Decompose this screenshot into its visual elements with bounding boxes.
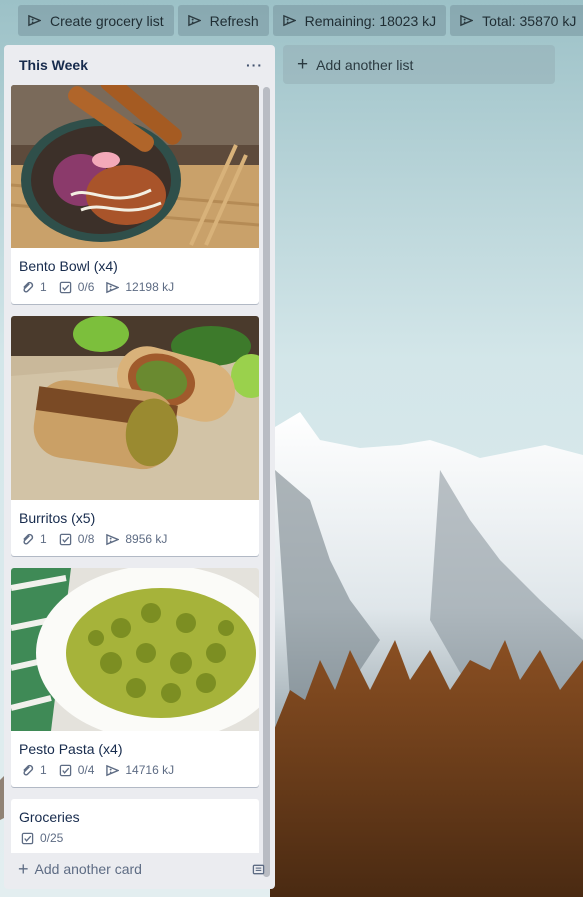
list-title[interactable]: This Week	[19, 57, 88, 73]
checklist-count: 0/8	[77, 532, 95, 546]
checkbox-icon	[59, 281, 71, 293]
add-card-button[interactable]: + Add another card	[18, 859, 265, 879]
total-energy-label: Total: 35870 kJ	[482, 12, 577, 29]
paperclip-icon	[23, 281, 34, 292]
add-list-label: Add another list	[316, 56, 414, 73]
card-pesto-pasta[interactable]: Pesto Pasta (x4) 1 0/4 14716 kJ	[11, 568, 259, 787]
card-groceries[interactable]: Groceries 0/25	[11, 799, 259, 853]
checklist-badge: 0/6	[59, 280, 95, 294]
energy-badge: 14716 kJ	[106, 763, 174, 777]
checkbox-icon	[21, 832, 34, 844]
checklist-badge: 0/4	[59, 763, 95, 777]
pizza-icon	[460, 14, 474, 27]
paperclip-icon	[23, 533, 34, 544]
card-badges: 0/25	[11, 831, 259, 853]
card-bento-bowl[interactable]: Bento Bowl (x4) 1 0/6 12198 kJ	[11, 85, 259, 304]
card-title: Pesto Pasta (x4)	[19, 741, 123, 757]
card-badges: 1 0/6 12198 kJ	[11, 280, 259, 304]
attachment-count: 1	[40, 280, 47, 294]
attachment-count: 1	[40, 763, 47, 777]
list-this-week: This Week ··· Bento Bowl (x4) 1 0/6 1219…	[4, 45, 275, 889]
list-scrollbar[interactable]	[263, 87, 270, 877]
energy-badge: 8956 kJ	[106, 532, 167, 546]
card-cover-image	[11, 568, 259, 731]
energy-value: 12198 kJ	[125, 280, 175, 294]
remaining-energy-button[interactable]: Remaining: 18023 kJ	[272, 5, 447, 36]
energy-badge: 12198 kJ	[106, 280, 174, 294]
list-menu-button[interactable]: ···	[246, 57, 263, 73]
paperclip-icon	[23, 764, 34, 775]
pizza-icon	[28, 14, 41, 27]
card-cover-image	[11, 316, 259, 500]
attachment-count: 1	[40, 532, 47, 546]
template-icon[interactable]	[252, 863, 265, 876]
remaining-energy-label: Remaining: 18023 kJ	[304, 12, 437, 29]
checklist-badge: 0/8	[59, 532, 95, 546]
card-cover-image	[11, 85, 259, 248]
card-badges: 1 0/8 8956 kJ	[11, 532, 259, 556]
pizza-icon	[106, 533, 120, 545]
plus-icon: +	[297, 53, 309, 75]
checklist-count: 0/4	[77, 763, 95, 777]
checklist-count: 0/25	[40, 831, 64, 845]
energy-value: 8956 kJ	[125, 532, 168, 546]
card-container: Bento Bowl (x4) 1 0/6 12198 kJ Burritos …	[11, 85, 259, 853]
list-header: This Week ···	[4, 45, 275, 85]
create-grocery-list-button[interactable]: Create grocery list	[18, 5, 174, 36]
card-title: Burritos (x5)	[19, 510, 96, 526]
pizza-icon	[282, 14, 296, 27]
attachment-badge: 1	[21, 532, 47, 546]
checkbox-icon	[59, 533, 71, 545]
board-toolbar: Create grocery list Refresh Remaining: 1…	[18, 5, 583, 36]
card-title: Bento Bowl (x4)	[19, 258, 118, 274]
refresh-label: Refresh	[209, 12, 259, 29]
pizza-icon	[187, 14, 201, 27]
checkbox-icon	[59, 764, 71, 776]
pizza-icon	[106, 764, 120, 776]
plus-icon: +	[18, 859, 29, 879]
create-grocery-list-label: Create grocery list	[50, 12, 164, 29]
checklist-badge: 0/25	[21, 831, 63, 845]
card-burritos[interactable]: Burritos (x5) 1 0/8 8956 kJ	[11, 316, 259, 556]
scrollbar-thumb[interactable]	[263, 87, 270, 877]
pizza-icon	[106, 281, 120, 293]
total-energy-button[interactable]: Total: 35870 kJ	[450, 5, 583, 36]
attachment-badge: 1	[21, 763, 47, 777]
add-list-button[interactable]: + Add another list	[283, 45, 555, 84]
attachment-badge: 1	[21, 280, 47, 294]
add-card-label: Add another card	[34, 861, 142, 877]
refresh-button[interactable]: Refresh	[177, 5, 269, 36]
energy-value: 14716 kJ	[125, 763, 175, 777]
card-badges: 1 0/4 14716 kJ	[11, 763, 259, 787]
card-title: Groceries	[19, 809, 80, 825]
checklist-count: 0/6	[77, 280, 95, 294]
